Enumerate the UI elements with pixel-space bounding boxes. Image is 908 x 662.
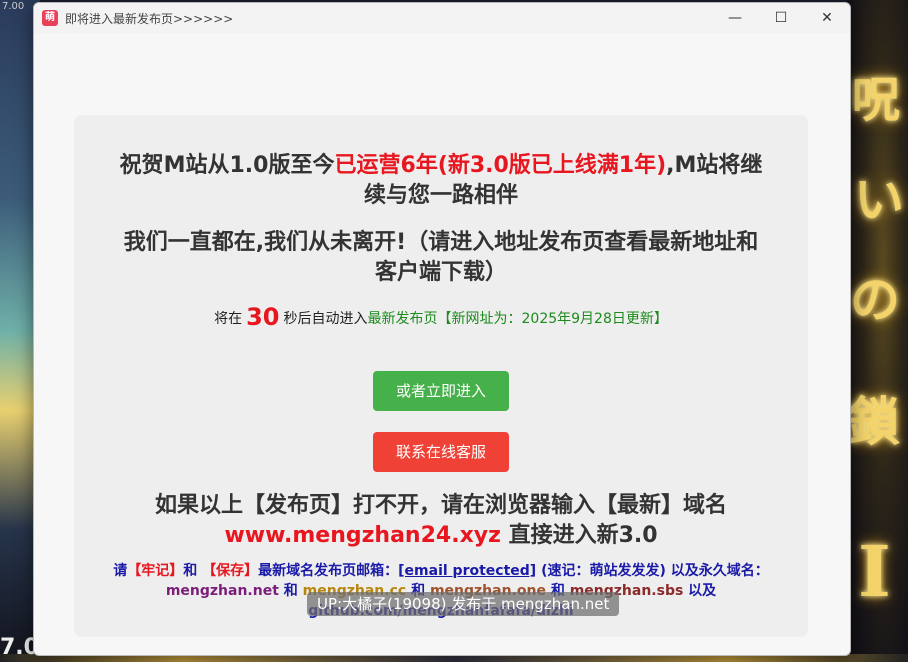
enter-now-button[interactable]: 或者立即进入 <box>373 371 509 411</box>
countdown-prefix: 将在 <box>214 311 243 327</box>
minimize-button[interactable]: — <box>712 3 758 33</box>
title-bar[interactable]: 萌 即将进入最新发布页>>>>>> — ☐ ✕ <box>34 3 850 33</box>
domain-mengzhan-net: mengzhan.net <box>165 583 279 599</box>
headline-anniversary-highlight: 已运营6年(新3.0版已上线满1年) <box>334 153 667 178</box>
fallback-domain: www.mengzhan24.xyz <box>224 523 501 548</box>
notice-text: 请 <box>113 563 128 579</box>
email-link[interactable]: [email protected] <box>398 563 536 579</box>
wallpaper-glyph: の <box>850 270 900 329</box>
minimize-icon: — <box>728 10 742 26</box>
countdown-seconds: 30 <box>246 303 280 331</box>
notice-text: 以及 <box>688 583 717 599</box>
headline-anniversary-part1: 祝贺M站从1.0版至今 <box>119 153 335 178</box>
maximize-button[interactable]: ☐ <box>758 3 804 33</box>
notice-text: 最新域名发布页邮箱： <box>258 563 399 579</box>
contact-support-button[interactable]: 联系在线客服 <box>373 432 509 472</box>
wallpaper-glyph: 呪 <box>852 72 901 128</box>
notice-text: 和 <box>183 563 198 579</box>
notice-remember: 【牢记】 <box>127 563 184 579</box>
wallpaper-glyph: い <box>854 170 904 229</box>
close-icon: ✕ <box>821 10 833 26</box>
app-icon: 萌 <box>42 10 58 26</box>
fallback-domain-notice: 如果以上【发布页】打不开，请在浏览器输入【最新】域名 www.mengzhan2… <box>104 491 778 551</box>
notice-save: 【保存】 <box>202 563 259 579</box>
countdown-middle: 秒后自动进入 <box>283 311 368 327</box>
app-window: 萌 即将进入最新发布页>>>>>> — ☐ ✕ 祝贺M站从1.0版至今已运营6年… <box>33 2 851 656</box>
close-button[interactable]: ✕ <box>804 3 850 33</box>
countdown-line: 将在 30 秒后自动进入最新发布页【新网址为：2025年9月28日更新】 <box>74 303 808 331</box>
notice-text: (速记：萌站发发发) 以及永久域名： <box>541 563 769 579</box>
corner-version-text: 7.00 <box>2 1 25 12</box>
uploader-watermark: UP:大橘子(19098) 发布于 mengzhan.net <box>307 592 620 616</box>
notice-text: 和 <box>283 583 298 599</box>
fallback-text: 如果以上【发布页】打不开，请在浏览器输入【最新】域名 <box>154 493 727 518</box>
wallpaper-right: 呪 い の 鎖 I <box>846 0 908 662</box>
wallpaper-glyph: I <box>858 530 891 613</box>
window-controls: — ☐ ✕ <box>712 3 850 33</box>
wallpaper-glyph: 鎖 <box>848 392 901 453</box>
content-card: 祝贺M站从1.0版至今已运营6年(新3.0版已上线满1年),M站将继续与您一路相… <box>74 115 808 637</box>
headline-still-here: 我们一直都在,我们从未离开!（请进入地址发布页查看最新地址和客户端下载） <box>123 230 759 285</box>
window-title: 即将进入最新发布页>>>>>> <box>65 11 234 26</box>
maximize-icon: ☐ <box>774 10 788 26</box>
headline-anniversary: 祝贺M站从1.0版至今已运营6年(新3.0版已上线满1年),M站将继续与您一路相… <box>114 151 768 211</box>
fallback-suffix: 直接进入新3.0 <box>508 523 658 548</box>
countdown-release-page-text: 最新发布页【新网址为：2025年9月28日更新】 <box>367 311 668 327</box>
